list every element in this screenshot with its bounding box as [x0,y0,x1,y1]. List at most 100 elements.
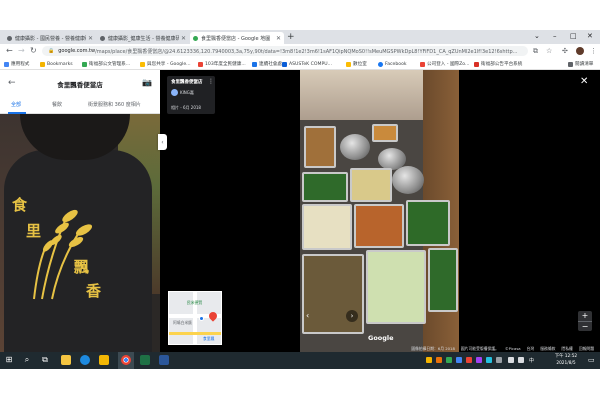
chrome-icon[interactable] [121,355,131,365]
tab-label: 健康攝影_健康生活 - 營養健康研究... [108,35,179,42]
edge-icon[interactable] [80,355,90,365]
browser-toolbar: ← → ↻ 🔒 google.com.tw /maps/place/食里飄香便當… [0,44,600,58]
tab-close-icon[interactable]: ✕ [181,35,186,42]
sticky-notes-icon[interactable] [99,355,109,365]
add-photo-icon[interactable]: 📷 [142,78,152,87]
tab-close-icon[interactable]: ✕ [276,35,281,42]
bookmark-item[interactable]: 數位室 [346,60,367,68]
profile-avatar[interactable] [576,47,584,55]
location-dot-icon [199,316,204,321]
bookmark-item[interactable]: ASUSTeK COMPU... [282,60,332,68]
clock[interactable]: 下午 12:52 2021/8/5 [548,353,584,367]
collapse-panel-button[interactable]: ‹ [158,134,167,150]
zoom-out-button[interactable]: − [578,321,592,331]
search-icon[interactable]: ⌕ [22,355,32,365]
tray-app-icon[interactable] [456,357,462,363]
tab-food[interactable]: 餐飲 [52,101,62,108]
mini-map[interactable]: 民米德賢 阿鳩白米飯 食里飄 [168,291,222,345]
back-arrow-icon[interactable]: ← [6,46,13,56]
author-name[interactable]: KING嘉 [180,90,194,96]
bookmark-item[interactable]: 公司登入 - 國際Zo... [420,60,469,68]
next-photo-icon[interactable]: › [346,310,358,322]
footer-terms-link[interactable]: 服務條款 [540,346,555,352]
browser-tab-active[interactable]: 食里飄香便當店 - Google 地圖 ✕ [190,32,284,44]
previous-photo-icon[interactable]: ‹ [306,311,309,320]
word-icon[interactable] [159,355,169,365]
bookmark-item[interactable]: Bookmarks [40,60,73,68]
folder-icon [198,61,203,67]
tab-search-button[interactable]: ⌄ [534,32,540,41]
bookmark-item[interactable]: 衛福部公告平台系統 [474,60,522,68]
viewer-footer: 圖像拍攝日期：6月 2018 圖片可能受版權保護。 ©Picasa 台灣 服務條… [160,345,600,352]
asus-icon [282,61,287,67]
input-language[interactable]: 中 [529,357,534,364]
tab-close-icon[interactable]: ✕ [88,35,93,42]
reading-list[interactable]: 閱讀清單 [568,60,593,68]
food-tray [350,168,392,202]
bookmark-item[interactable]: 103年度全民健康... [198,60,246,68]
bookmark-star-icon[interactable]: ☆ [546,46,552,56]
food-tray [354,204,404,248]
zoom-in-button[interactable]: + [578,311,592,321]
close-window-button[interactable]: ✕ [587,32,593,41]
bookmark-item[interactable]: 衛福部公文管理系... [82,60,130,68]
address-bar[interactable]: 🔒 google.com.tw /maps/place/食里飄香便當店/@24.… [42,46,528,56]
photo-thumbnail[interactable]: 食 里 飄 香 [0,114,160,352]
back-arrow-icon[interactable]: ← [8,78,16,88]
tray-app-icon[interactable] [476,357,482,363]
browser-tab-1[interactable]: 健康攝影 - 國民營養 - 營養健康研究... ✕ [4,32,96,44]
footer-region[interactable]: 台灣 [527,346,535,352]
extension-icon[interactable]: ⧉ [533,46,538,56]
tab-street-view[interactable]: 街景服務和 360 度相片 [88,101,141,108]
puzzle-icon[interactable]: ✣ [562,46,568,56]
tab-all[interactable]: 全部 [11,101,21,108]
bookmark-item[interactable]: Facebook [378,60,407,68]
bookmark-label: Facebook [385,61,407,67]
menu-dots-icon[interactable]: ⋮ [590,46,597,56]
forward-arrow-icon[interactable]: → [18,46,25,56]
viewer-place-name[interactable]: 食里飄香便當店 [171,79,209,85]
network-icon[interactable] [508,357,514,363]
place-title: 食里飄香便當店 [57,81,103,89]
author-avatar[interactable] [171,89,178,96]
close-viewer-icon[interactable]: ✕ [580,76,588,87]
footer-report-link[interactable]: 回報問題 [579,346,594,352]
reload-icon[interactable]: ↻ [30,46,37,56]
bookmark-label: ASUSTeK COMPU... [289,61,332,67]
folder-icon [474,61,479,67]
tray-app-icon[interactable] [436,357,442,363]
maximize-button[interactable]: □ [570,32,577,41]
footer-date: 圖像拍攝日期：6月 2018 [411,345,455,351]
bookmark-item[interactable]: 與您共享 - Google... [140,60,191,68]
screen: 健康攝影 - 國民營養 - 營養健康研究... ✕ 健康攝影_健康生活 - 營養… [0,0,600,400]
minimize-button[interactable]: – [553,32,557,41]
file-explorer-icon[interactable] [61,355,71,365]
food-tray [304,126,336,168]
tray-app-icon[interactable] [466,357,472,363]
volume-icon[interactable] [518,357,524,363]
tray-app-icon[interactable] [496,357,502,363]
main-photo[interactable]: ‹ › Google [300,70,459,352]
food-tray [302,204,352,250]
notification-icon[interactable]: ▭ [588,356,595,364]
taskbar: ⊞ ⌕ ⧉ 中 下午 12:52 2021/8/5 ▭ [0,352,600,369]
apps-icon [4,61,9,67]
zoom-controls: + − [578,311,592,331]
windows-start-icon[interactable]: ⊞ [4,355,14,365]
map-label: 阿鳩白米飯 [173,320,192,325]
url-host: google.com.tw [58,48,96,54]
drive-icon [140,61,145,67]
bookmark-item[interactable]: 應用程式 [4,60,29,68]
tray-app-icon[interactable] [426,357,432,363]
bookmark-item[interactable]: 連續社會處 [252,60,282,68]
new-tab-button[interactable]: + [287,32,295,42]
google-watermark: Google [368,334,394,342]
tray-app-icon[interactable] [446,357,452,363]
task-view-icon[interactable]: ⧉ [40,355,50,365]
tray-app-icon[interactable] [486,357,492,363]
more-options-icon[interactable]: ⋮ [208,78,214,85]
browser-tab-2[interactable]: 健康攝影_健康生活 - 營養健康研究... ✕ [97,32,189,44]
footer-privacy-link[interactable]: 隱私權 [561,346,572,352]
excel-icon[interactable] [140,355,150,365]
bookmark-label: 公司登入 - 國際Zo... [427,62,470,67]
